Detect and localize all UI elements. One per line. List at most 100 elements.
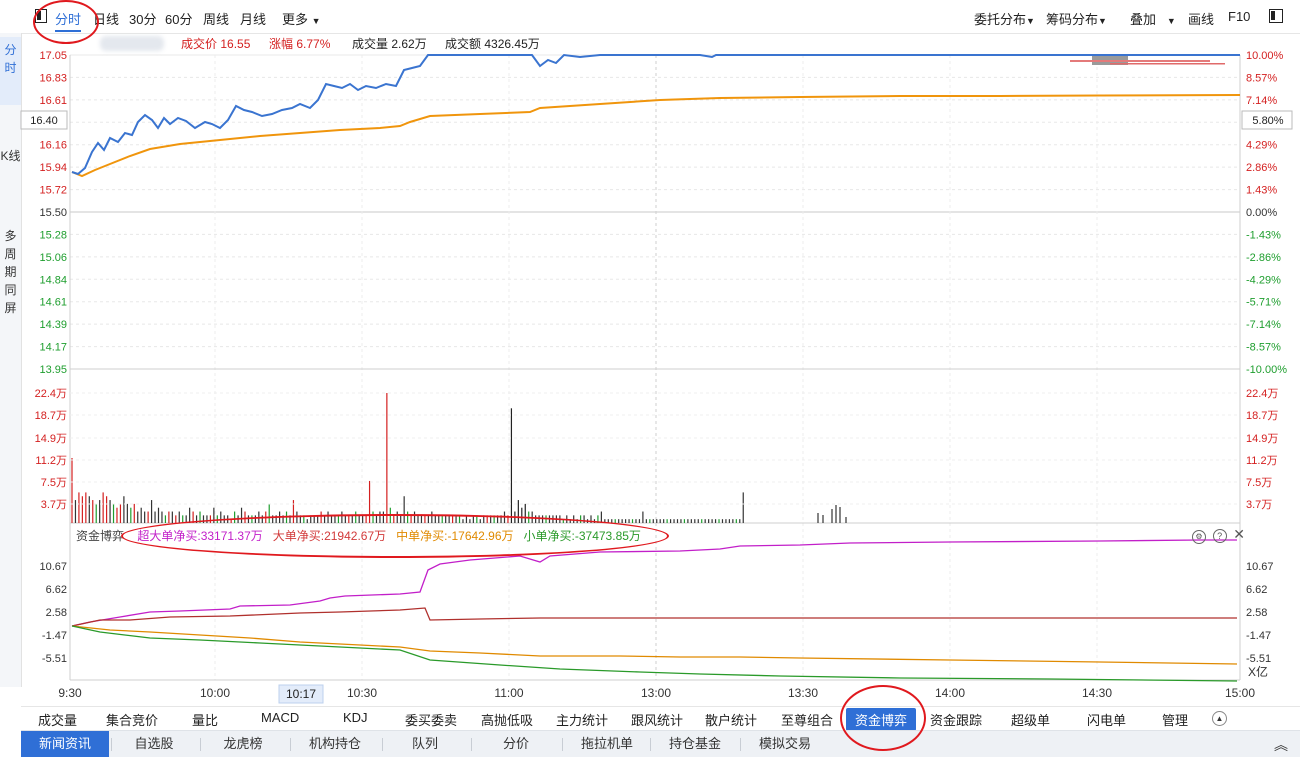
volume-tick-left: 18.7万 [35,410,67,422]
news-tab[interactable]: 自选股 [114,731,194,757]
pct-tick: -2.86% [1246,252,1281,264]
news-tab[interactable]: 拖拉机单 [565,731,649,757]
price-tick: 15.94 [39,162,67,174]
tab-separator [650,738,651,751]
time-tick: 13:30 [788,686,818,700]
price-axis-right: 10.00% 8.57% 7.14% 4.29% 2.86% 1.43% 0.00% -1.4… [1246,50,1287,376]
volume-tick-right: 11.2万 [1246,455,1278,467]
price-tick: 17.05 [39,50,67,62]
news-tab[interactable]: 新闻资讯 [21,731,109,757]
fund-panel-controls: ⚙ ? ✕ [1192,526,1245,544]
indicator-tab[interactable]: 超级单 [1011,710,1050,729]
pct-tick: 8.57% [1246,72,1277,84]
crosshair-price: 16.40 [30,115,58,127]
indicator-tab[interactable]: 散户统计 [705,710,757,729]
volume-tick-left: 3.7万 [41,499,67,511]
tab-separator [111,738,112,751]
tab-separator [740,738,741,751]
indicator-tab[interactable]: 委买委卖 [405,710,457,729]
time-tick: 14:00 [935,686,965,700]
order-distribution-bars [1070,56,1225,65]
volume-tick-left: 11.2万 [35,455,67,467]
indicator-tab[interactable]: 高抛低吸 [481,710,533,729]
news-tab[interactable]: 龙虎榜 [203,731,283,757]
price-tick: 15.72 [39,185,67,197]
tab-separator [471,738,472,751]
volume-tick-left: 14.9万 [35,433,67,445]
volume-tick-right: 7.5万 [1246,477,1272,489]
crosshair-time: 10:17 [286,687,316,701]
indicator-tab[interactable]: 管理 [1162,710,1188,729]
tab-separator [562,738,563,751]
tab-separator [382,738,383,751]
fund-panel-header: 资金博弈 超大单净买:33171.37万 大单净买:21942.67万 中单净买:-… [76,527,641,544]
indicator-tab[interactable]: 闪电单 [1087,710,1126,729]
fund-tick-right: -5.51 [1246,653,1271,665]
news-tab[interactable]: 机构持仓 [293,731,377,757]
fund-line-large [71,607,1237,627]
fund-panel-title: 资金博弈 [76,529,125,543]
indicator-tab[interactable]: 资金跟踪 [930,710,982,729]
fund-stat: 小单净买:-37473.85万 [523,529,641,543]
price-tick: 14.84 [39,274,67,286]
fund-stat: 中单净买:-17642.96万 [396,529,514,543]
price-axis-left: 17.05 16.83 16.61 16.16 15.94 15.72 15.50 15.28… [39,50,67,376]
news-tab-bar: ︽ 新闻资讯 自选股 龙虎榜 机构持仓 队列 分价 拖拉机单 持仓基金 模拟交易 [21,730,1300,757]
indicator-tab[interactable]: 量比 [192,710,218,729]
volume-bars [71,393,847,523]
indicator-tab[interactable]: 主力统计 [556,710,608,729]
fund-line-medium [71,625,1238,665]
time-tick: 13:00 [641,686,671,700]
fund-tick-right: 6.62 [1246,584,1267,596]
news-tab[interactable]: 模拟交易 [743,731,827,757]
indicator-tab[interactable]: 资金博弈 [846,708,917,731]
indicator-tab[interactable]: KDJ [343,710,368,725]
settings-icon[interactable]: ⚙ [1192,530,1206,544]
pct-tick: -1.43% [1246,229,1281,241]
distribution-bar [1110,63,1225,65]
pct-tick: 7.14% [1246,95,1277,107]
pct-tick: -4.29% [1246,274,1281,286]
fund-tick-left: -1.47 [42,630,67,642]
price-tick: 13.95 [39,364,67,376]
fund-unit: X亿 [1248,664,1268,679]
price-tick: 14.61 [39,297,67,309]
time-tick: 14:30 [1082,686,1112,700]
help-icon[interactable]: ? [1212,529,1227,543]
time-tick: 9:30 [58,686,82,700]
volume-tick-left: 7.5万 [41,477,67,489]
pct-tick: 1.43% [1246,185,1277,197]
fund-stat: 超大单净买:33171.37万 [137,529,263,543]
close-icon[interactable]: ✕ [1233,526,1245,542]
tab-separator [290,738,291,751]
fund-tick-left: 6.62 [46,584,67,596]
volume-tick-right: 18.7万 [1246,410,1278,422]
volume-tick-left: 22.4万 [35,388,67,400]
price-tick: 15.50 [39,207,67,219]
distribution-bar [1070,60,1210,62]
time-tick: 15:00 [1225,686,1255,700]
pct-tick: -5.71% [1246,297,1281,309]
news-tab[interactable]: 队列 [385,731,465,757]
crosshair-pct: 5.80% [1252,115,1283,127]
indicator-tab[interactable]: 成交量 [38,710,77,729]
intraday-chart[interactable]: 17.05 16.83 16.61 16.16 15.94 15.72 15.50 15.28… [0,0,1300,706]
expand-up-icon[interactable]: ▲ [1212,711,1227,726]
price-line [71,53,1240,176]
time-tick: 10:30 [347,686,377,700]
pct-tick: 4.29% [1246,140,1277,152]
chart-grid [69,54,1241,681]
collapse-up-icon[interactable]: ︽ [1274,735,1288,755]
indicator-tab[interactable]: 跟风统计 [631,710,683,729]
indicator-tab[interactable]: 至尊组合 [781,710,833,729]
time-axis: 9:30 10:00 10:30 11:00 13:00 13:30 14:00 14:30 1… [58,686,1255,700]
indicator-tabs: 成交量 集合竞价 量比 MACD KDJ 委买委卖 高抛低吸 主力统计 跟风统计 散户统计 至尊组合… [21,706,1300,731]
fund-tick-left: 10.67 [39,561,67,573]
news-tab[interactable]: 分价 [474,731,558,757]
indicator-tab[interactable]: 集合竞价 [106,710,158,729]
price-tick: 14.39 [39,319,67,331]
news-tab[interactable]: 持仓基金 [653,731,737,757]
indicator-tab[interactable]: MACD [261,710,299,725]
price-tick: 15.28 [39,229,67,241]
volume-tick-right: 14.9万 [1246,433,1278,445]
